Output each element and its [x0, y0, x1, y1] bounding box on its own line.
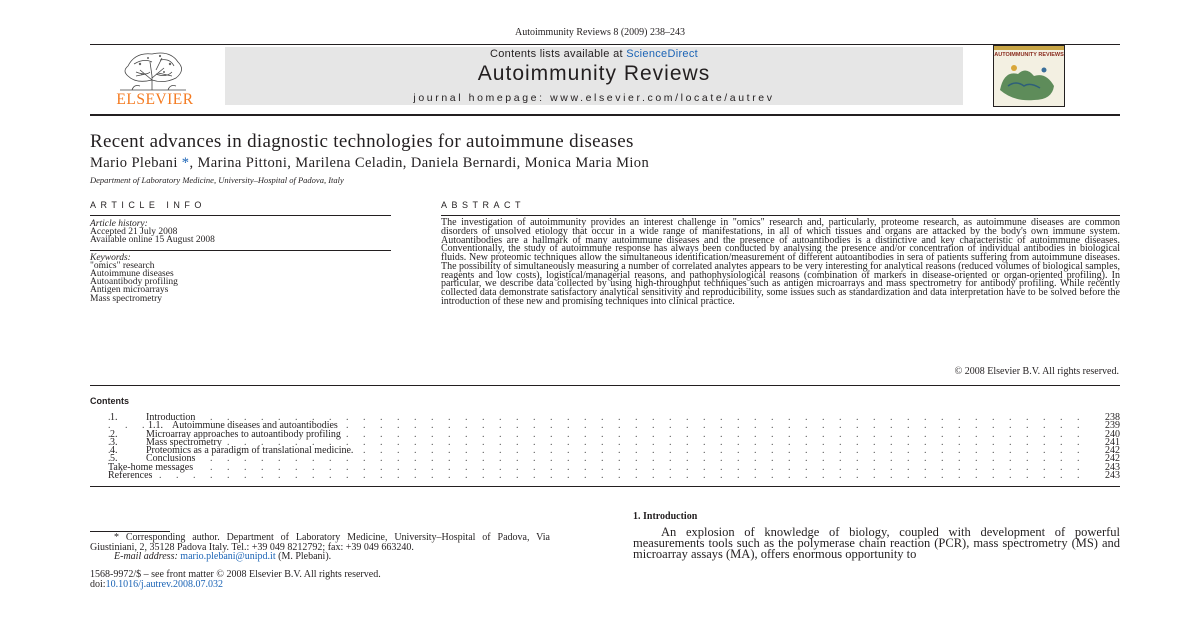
journal-citation: Autoimmunity Reviews 8 (2009) 238–243 — [515, 27, 685, 38]
doi-link[interactable]: 10.1016/j.autrev.2008.07.032 — [106, 579, 223, 590]
cover-title: AUTOIMMUNITY REVIEWS — [994, 52, 1064, 58]
toc-label[interactable]: References — [108, 470, 156, 481]
corresponding-address: * Corresponding author. Department of La… — [90, 532, 550, 553]
header-thick-rule — [90, 114, 1120, 116]
doi-prefix: doi: — [90, 578, 106, 590]
journal-cover-thumbnail: AUTOIMMUNITY REVIEWS — [993, 45, 1065, 107]
other-authors: , Marina Pittoni, Marilena Celadin, Dani… — [189, 155, 650, 171]
article-info: Article history: Accepted 21 July 2008 A… — [90, 219, 390, 304]
corresponding-author-footnote: * Corresponding author. Department of La… — [90, 533, 550, 562]
email-link[interactable]: mario.plebani@unipd.it — [180, 551, 275, 562]
abstract-copyright: © 2008 Elsevier B.V. All rights reserved… — [954, 366, 1119, 377]
toc-leader-dots: . . . . . . . . . . . . . . . . . . . . … — [108, 455, 1090, 464]
toc-entry[interactable]: . . . . . . . . . . . . . . . . . . . . … — [108, 446, 1120, 456]
contents-prefix: Contents lists available at — [490, 48, 627, 60]
header-rule — [90, 44, 1120, 45]
toc-entry[interactable]: . . . . . . . . . . . . . . . . . . . . … — [108, 429, 1120, 439]
abstract-heading: ABSTRACT — [441, 200, 526, 210]
keyword: Mass spectrometry — [90, 293, 163, 304]
article-info-heading: ARTICLE INFO — [90, 200, 206, 210]
publisher-name: ELSEVIER — [116, 91, 194, 108]
toc-number: 1. — [110, 412, 150, 423]
journal-homepage[interactable]: journal homepage: www.elsevier.com/locat… — [225, 92, 963, 104]
toc-leader-dots: . . . . . . . . . . . . . . . . . . . . … — [108, 472, 1090, 481]
contents-heading: Contents — [90, 396, 129, 406]
toc-page: 243 — [1094, 470, 1120, 481]
table-of-contents: . . . . . . . . . . . . . . . . . . . . … — [108, 412, 1120, 481]
online-date: Available online 15 August 2008 — [90, 235, 215, 246]
email-suffix: (M. Plebani). — [275, 551, 332, 562]
toc-entry[interactable]: . . . . . . . . . . . . . . . . . . . . … — [108, 470, 1120, 481]
toc-entry[interactable]: . . . . . . . . . . . . . . . . . . . . … — [108, 454, 1120, 464]
front-matter: 1568-9972/$ – see front matter © 2008 El… — [90, 570, 550, 589]
affiliation: Department of Laboratory Medicine, Unive… — [90, 175, 344, 185]
journal-name: Autoimmunity Reviews — [477, 62, 711, 85]
contents-bottom-rule — [90, 486, 1120, 487]
sciencedirect-link[interactable]: ScienceDirect — [626, 48, 698, 60]
contents-top-rule — [90, 385, 1120, 386]
introduction-paragraph: An explosion of knowledge of biology, co… — [633, 525, 1120, 561]
author-list: Mario Plebani *, Marina Pittoni, Marilen… — [90, 155, 649, 172]
email-label: E-mail address: — [114, 551, 181, 562]
toc-leader-dots: . . . . . . . . . . . . . . . . . . . . … — [108, 463, 1090, 473]
first-author: Mario Plebani — [90, 155, 182, 171]
article-info-rule — [90, 215, 391, 216]
contents-availability: Contents lists available at ScienceDirec… — [225, 48, 963, 60]
abstract-rule — [441, 215, 1120, 216]
introduction-heading: 1. Introduction — [633, 511, 698, 522]
abstract-text: The investigation of autoimmunity provid… — [441, 217, 1120, 307]
toc-entry[interactable]: . . . . . . . . . . . . . . . . . . . . … — [108, 462, 1120, 473]
article-title: Recent advances in diagnostic technologi… — [90, 131, 634, 152]
